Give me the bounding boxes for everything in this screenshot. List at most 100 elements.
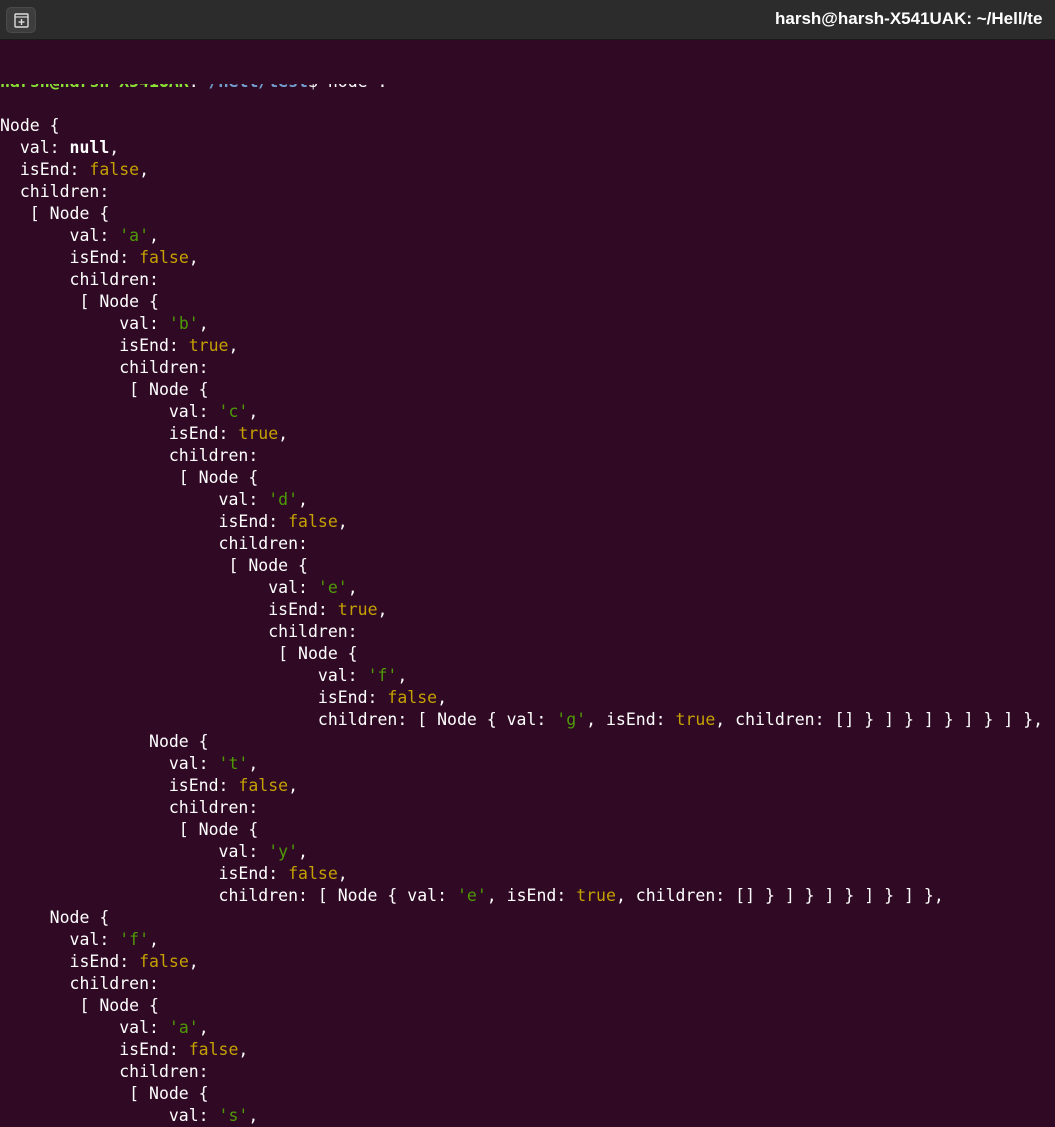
output-token: [ Node { bbox=[0, 292, 159, 311]
output-token: , bbox=[248, 754, 259, 773]
output-token: isEnd: bbox=[0, 512, 289, 531]
output-line: val: 'a', bbox=[0, 225, 1055, 247]
output-token: true bbox=[238, 424, 279, 443]
output-line: [ Node { bbox=[0, 1083, 1055, 1105]
output-line: isEnd: false, bbox=[0, 1039, 1055, 1061]
output-token: [ Node { bbox=[0, 380, 209, 399]
output-line: [ Node { bbox=[0, 995, 1055, 1017]
output-token: isEnd: bbox=[0, 776, 239, 795]
output-token: 'd' bbox=[268, 490, 299, 509]
output-token: , children: [] } ] } ] } ] } ] }, bbox=[715, 710, 1044, 729]
output-line: [ Node { bbox=[0, 643, 1055, 665]
output-line: isEnd: false, bbox=[0, 951, 1055, 973]
output-token: val: bbox=[0, 930, 120, 949]
output-token: , bbox=[109, 138, 120, 157]
output-line: children: [ Node { val: 'g', isEnd: true… bbox=[0, 709, 1055, 731]
output-token: false bbox=[288, 864, 338, 883]
output-token: 'a' bbox=[168, 1018, 199, 1037]
output-line: val: 'f', bbox=[0, 665, 1055, 687]
output-token: 'c' bbox=[218, 402, 249, 421]
output-token: [ Node { bbox=[0, 820, 259, 839]
output-token: true bbox=[337, 600, 378, 619]
terminal-output[interactable]: harsh@harsh-X541UAK:~/Hell/test$ node . … bbox=[0, 27, 1055, 1127]
output-line: children: bbox=[0, 621, 1055, 643]
output-line: val: 't', bbox=[0, 753, 1055, 775]
prompt-command: $ node . bbox=[307, 72, 388, 91]
output-token: , bbox=[337, 864, 348, 883]
output-token: , bbox=[347, 578, 358, 597]
output-token: [ Node { bbox=[0, 996, 159, 1015]
output-token: 'e' bbox=[317, 578, 348, 597]
output-line: [ Node { bbox=[0, 203, 1055, 225]
output-token: , bbox=[149, 930, 159, 949]
output-token: , bbox=[238, 1040, 249, 1059]
output-token: [ Node { bbox=[0, 1084, 209, 1103]
output-line: isEnd: false, bbox=[0, 159, 1055, 181]
output-token: val: bbox=[0, 490, 269, 509]
output-token: 's' bbox=[218, 1106, 249, 1125]
output-token: children: bbox=[0, 534, 308, 553]
output-token: 'f' bbox=[367, 666, 398, 685]
output-line: children: [ Node { val: 'e', isEnd: true… bbox=[0, 885, 1055, 907]
output-token: , bbox=[298, 490, 308, 509]
output-token: isEnd: bbox=[0, 248, 140, 267]
prompt-colon: : bbox=[188, 72, 199, 91]
output-line: [ Node { bbox=[0, 467, 1055, 489]
output-token: val: bbox=[0, 138, 70, 157]
output-line: children: bbox=[0, 269, 1055, 291]
output-line: children: bbox=[0, 797, 1055, 819]
output-token: , bbox=[228, 336, 239, 355]
output-token: val: bbox=[0, 1018, 169, 1037]
output-line: isEnd: false, bbox=[0, 687, 1055, 709]
output-token: , bbox=[198, 314, 209, 333]
output-token: , bbox=[248, 1106, 259, 1125]
output-token: 'y' bbox=[268, 842, 299, 861]
output-line: Node { bbox=[0, 115, 1055, 137]
output-line: children: bbox=[0, 533, 1055, 555]
output-token: true bbox=[675, 710, 716, 729]
output-token: children: bbox=[0, 270, 159, 289]
output-token: isEnd: bbox=[0, 424, 239, 443]
output-token: [ Node { bbox=[0, 644, 358, 663]
output-line: children: bbox=[0, 181, 1055, 203]
output-token: val: bbox=[0, 666, 368, 685]
output-line: isEnd: true, bbox=[0, 335, 1055, 357]
output-token: true bbox=[576, 886, 616, 905]
output-line: children: bbox=[0, 973, 1055, 995]
output-token: children: [ Node { val: bbox=[0, 710, 557, 729]
output-token: children: bbox=[0, 622, 358, 641]
output-line: children: bbox=[0, 1061, 1055, 1083]
output-line: val: 'y', bbox=[0, 841, 1055, 863]
output-token: false bbox=[89, 160, 140, 179]
output-token: , bbox=[149, 226, 159, 245]
output-token: , bbox=[337, 512, 348, 531]
output-line: val: 'b', bbox=[0, 313, 1055, 335]
output-token: false bbox=[139, 248, 189, 267]
output-token: Node { bbox=[0, 116, 60, 135]
output-token: , bbox=[437, 688, 448, 707]
output-token: 't' bbox=[218, 754, 249, 773]
output-line: val: 'e', bbox=[0, 577, 1055, 599]
output-line: [ Node { bbox=[0, 819, 1055, 841]
output-token: val: bbox=[0, 402, 219, 421]
output-token: val: bbox=[0, 1106, 219, 1125]
output-token: , isEnd: bbox=[486, 886, 577, 905]
output-token: children: bbox=[0, 974, 159, 993]
output-token: [ Node { bbox=[0, 468, 259, 487]
output-token: 'f' bbox=[119, 930, 150, 949]
output-line: isEnd: false, bbox=[0, 511, 1055, 533]
output-token: isEnd: bbox=[0, 952, 140, 971]
window-title: harsh@harsh-X541UAK: ~/Hell/te bbox=[775, 9, 1043, 28]
output-line: isEnd: false, bbox=[0, 775, 1055, 797]
output-line: val: 'c', bbox=[0, 401, 1055, 423]
output-token: false bbox=[188, 1040, 239, 1059]
output-token: null bbox=[69, 138, 110, 157]
output-token: val: bbox=[0, 314, 169, 333]
prompt-user: harsh@harsh-X541UAK bbox=[0, 72, 189, 91]
output-token: children: bbox=[0, 182, 110, 201]
output-token: isEnd: bbox=[0, 160, 90, 179]
output-token: false bbox=[288, 512, 338, 531]
output-token: Node { bbox=[0, 908, 110, 927]
output-token: , bbox=[188, 248, 199, 267]
output-token: , bbox=[248, 402, 259, 421]
